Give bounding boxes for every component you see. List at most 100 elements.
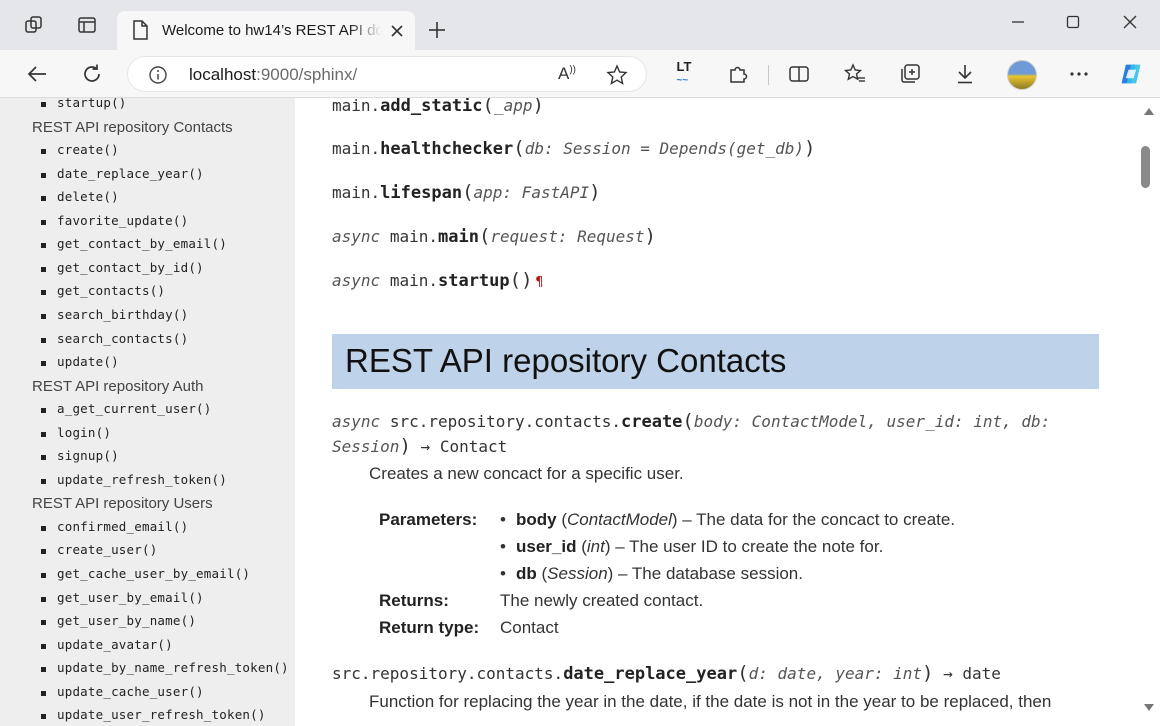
- bullet: [41, 432, 46, 437]
- param-type: ContactModel: [567, 510, 672, 529]
- bullet: [41, 267, 46, 272]
- bullet: [41, 338, 46, 343]
- bullet: [41, 243, 46, 248]
- function-name: date_replace_year: [563, 664, 738, 684]
- sidebar-link[interactable]: favorite_update(): [57, 213, 188, 233]
- bullet: [41, 455, 46, 460]
- param-name: user_id: [516, 537, 577, 556]
- create-description: Creates a new concact for a specific use…: [369, 464, 684, 483]
- bullet: [41, 644, 46, 649]
- sidebar-link[interactable]: login(): [57, 425, 111, 445]
- sidebar-link[interactable]: get_contacts(): [57, 283, 165, 303]
- param-desc: The data for the concact to create.: [696, 510, 956, 529]
- sidebar-section-caption[interactable]: REST API repository Contacts: [32, 119, 233, 139]
- sidebar-link[interactable]: create(): [57, 142, 119, 162]
- function-name: healthchecker: [380, 139, 514, 159]
- sidebar-toc: startup() REST API repository Contacts cre…: [0, 98, 295, 726]
- sidebar-link[interactable]: update_by_name_refresh_token(): [57, 660, 289, 680]
- date-replace-year-description: Function for replacing the year in the d…: [369, 692, 1052, 711]
- sidebar-link[interactable]: get_user_by_email(): [57, 590, 204, 610]
- param-name: db: [516, 564, 537, 583]
- browser-titlebar: Welcome to hw14’s REST API documentation: [0, 0, 1160, 50]
- sidebar-link[interactable]: update_avatar(): [57, 637, 173, 657]
- sidebar-link[interactable]: startup(): [57, 98, 127, 115]
- bullet: [41, 196, 46, 201]
- sidebar-link[interactable]: get_contact_by_id(): [57, 260, 204, 280]
- workspaces-icon[interactable]: [23, 14, 45, 36]
- function-name: lifespan: [380, 183, 463, 203]
- page-icon: [131, 20, 149, 45]
- minimize-icon[interactable]: [1006, 10, 1030, 34]
- function-name: startup: [437, 271, 510, 291]
- sidebar-section-caption[interactable]: REST API repository Auth: [32, 378, 203, 398]
- function-name: add_static: [380, 98, 483, 116]
- signature-main: async main.main(request: Request): [332, 225, 656, 247]
- site-info-icon[interactable]: [148, 65, 168, 90]
- collections-icon[interactable]: [898, 62, 922, 86]
- address-bar[interactable]: localhost:9000/sphinx/ A)): [127, 56, 647, 92]
- close-window-icon[interactable]: [1118, 10, 1142, 34]
- scrollbar-thumb[interactable]: [1141, 146, 1150, 188]
- tab-actions-icon[interactable]: [76, 14, 98, 36]
- sidebar-link[interactable]: a_get_current_user(): [57, 401, 212, 421]
- downloads-icon[interactable]: [953, 62, 977, 86]
- bullet: [41, 479, 46, 484]
- bullet: [41, 597, 46, 602]
- sidebar-link[interactable]: update_cache_user(): [57, 684, 204, 704]
- sidebar-link[interactable]: get_user_by_name(): [57, 613, 196, 633]
- bullet: [41, 149, 46, 154]
- bullet: [41, 290, 46, 295]
- sidebar-link[interactable]: create_user(): [57, 542, 157, 562]
- sidebar-link[interactable]: update(): [57, 354, 119, 374]
- scroll-up-arrow-icon[interactable]: [1144, 108, 1154, 115]
- sidebar-link[interactable]: update_refresh_token(): [57, 472, 227, 492]
- permalink-pilcrow[interactable]: ¶: [536, 275, 544, 290]
- parameter-item: • db (Session) – The database session.: [500, 564, 803, 583]
- bullet: [41, 549, 46, 554]
- browser-tab-active[interactable]: Welcome to hw14’s REST API documentation: [117, 11, 415, 50]
- section-heading: REST API repository Contacts: [332, 334, 1099, 389]
- sidebar-link[interactable]: signup(): [57, 448, 119, 468]
- bullet: [41, 408, 46, 413]
- param-type: Session: [547, 564, 608, 583]
- back-icon[interactable]: [25, 62, 49, 86]
- sidebar-link[interactable]: confirmed_email(): [57, 519, 188, 539]
- signature-create: async src.repository.contacts.create(bod…: [332, 410, 1051, 432]
- split-screen-icon[interactable]: [787, 62, 811, 86]
- page-scrollbar[interactable]: [1138, 98, 1160, 726]
- bullet: [41, 691, 46, 696]
- maximize-icon[interactable]: [1061, 10, 1085, 34]
- new-tab-icon[interactable]: [426, 19, 448, 41]
- close-tab-icon[interactable]: [389, 23, 405, 39]
- languagetool-extension-icon[interactable]: LT ~~: [672, 60, 696, 86]
- sidebar-section-caption[interactable]: REST API repository Users: [32, 495, 213, 515]
- browser-toolbar: localhost:9000/sphinx/ A)) LT ~~: [0, 50, 1160, 98]
- read-aloud-icon[interactable]: A)): [558, 64, 576, 84]
- favorites-icon[interactable]: [843, 62, 867, 86]
- bullet: [41, 620, 46, 625]
- sidebar-link[interactable]: get_contact_by_email(): [57, 236, 227, 256]
- bullet: [41, 314, 46, 319]
- extensions-icon[interactable]: [726, 62, 750, 86]
- parameters-label: Parameters:: [379, 510, 478, 529]
- sidebar-link[interactable]: get_cache_user_by_email(): [57, 566, 250, 586]
- sidebar-link[interactable]: update_user_refresh_token(): [57, 707, 266, 726]
- param-desc: The user ID to create the note for.: [629, 537, 884, 556]
- sidebar-link[interactable]: date_replace_year(): [57, 166, 204, 186]
- sidebar-link[interactable]: search_contacts(): [57, 331, 188, 351]
- function-name: create: [621, 412, 683, 432]
- sidebar-link[interactable]: search_birthday(): [57, 307, 188, 327]
- function-name: main: [437, 227, 479, 247]
- bullet: [41, 714, 46, 719]
- signature-healthchecker: main.healthchecker(db: Session = Depends…: [332, 137, 816, 159]
- more-options-icon[interactable]: [1067, 62, 1091, 86]
- copilot-icon[interactable]: [1119, 62, 1143, 86]
- returns-value: The newly created contact.: [500, 591, 704, 610]
- scroll-down-arrow-icon[interactable]: [1144, 704, 1154, 711]
- refresh-icon[interactable]: [80, 62, 104, 86]
- bullet: [41, 573, 46, 578]
- profile-avatar[interactable]: [1007, 60, 1037, 90]
- favorite-star-icon[interactable]: [606, 64, 628, 91]
- sidebar-link[interactable]: delete(): [57, 189, 119, 209]
- param-name: body: [516, 510, 557, 529]
